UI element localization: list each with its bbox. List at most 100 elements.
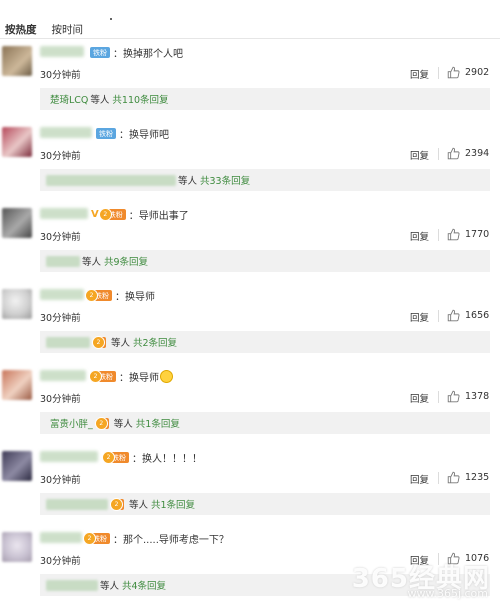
- reply-usernames-blurred[interactable]: [46, 174, 176, 186]
- comment-time: 30分钟前: [40, 556, 81, 567]
- action-separator: [438, 229, 439, 241]
- thumbs-up-icon: [447, 228, 460, 241]
- reply-button[interactable]: 回复: [410, 472, 429, 486]
- reply-summary[interactable]: 楚琦LCQ 等人 共110条回复: [40, 88, 490, 110]
- tabs-divider: [0, 38, 500, 39]
- reply-count[interactable]: 共9条回复: [104, 254, 148, 268]
- reply-summary[interactable]: 等人 共33条回复: [40, 169, 490, 191]
- username-blurred[interactable]: [40, 532, 82, 543]
- comment-body: V 2 铁粉 ：导师出事了: [91, 208, 189, 222]
- like-button[interactable]: 2902: [447, 66, 489, 79]
- comment-body: 铁粉 ：换掉那个人吧: [90, 46, 183, 60]
- avatar[interactable]: [2, 46, 32, 76]
- reply-count[interactable]: 共1条回复: [136, 416, 180, 430]
- fan-badge: 2 铁粉: [85, 289, 112, 302]
- avatar[interactable]: [2, 451, 32, 481]
- avatar[interactable]: [2, 208, 32, 238]
- comment-item: 2 铁粉 ：换人！！！！ 30分钟前 回复 1235 2 等人 共1条回复: [0, 445, 500, 525]
- username-blurred[interactable]: [40, 370, 86, 381]
- like-count: 1770: [465, 229, 490, 240]
- reply-button[interactable]: 回复: [410, 67, 429, 81]
- fan-badge: 2 铁粉: [89, 370, 116, 383]
- avatar[interactable]: [2, 289, 32, 319]
- username-blurred[interactable]: [40, 46, 84, 57]
- thumbs-up-icon: [447, 309, 460, 322]
- thumbs-up-icon: [447, 390, 460, 403]
- comment-body: 2 铁粉 ：换导师: [89, 370, 173, 384]
- reply-etc-label: 等人: [82, 257, 102, 268]
- like-count: 2902: [465, 67, 490, 78]
- reply-etc-label: 等人: [178, 176, 198, 187]
- like-count: 1378: [465, 391, 490, 402]
- reply-usernames-blurred[interactable]: [46, 336, 90, 348]
- comment-time: 30分钟前: [40, 70, 81, 81]
- reply-usernames[interactable]: 楚琦LCQ: [50, 92, 88, 106]
- comment-text: ：换掉那个人吧: [113, 49, 183, 60]
- fan-badge: 2 铁粉: [98, 208, 126, 221]
- username-blurred[interactable]: [40, 289, 84, 300]
- comment-time: 30分钟前: [40, 232, 81, 243]
- reply-count[interactable]: 共33条回复: [200, 173, 250, 187]
- reply-button[interactable]: 回复: [410, 229, 429, 243]
- reply-usernames[interactable]: 富贵小胖_: [50, 416, 93, 430]
- username-blurred[interactable]: [40, 208, 88, 219]
- comment-time: 30分钟前: [40, 394, 81, 405]
- reply-count[interactable]: 共4条回复: [122, 578, 166, 592]
- username-blurred[interactable]: [40, 127, 92, 138]
- reply-count[interactable]: 共110条回复: [112, 92, 168, 106]
- like-button[interactable]: 1235: [447, 471, 489, 484]
- reply-button[interactable]: 回复: [410, 148, 429, 162]
- sort-tabs: 按热度 按时间: [5, 20, 83, 38]
- thumbs-up-icon: [447, 471, 460, 484]
- comment-body: 铁粉 ：换导师吧: [96, 127, 169, 141]
- tab-sort-by-hot[interactable]: 按热度: [5, 22, 37, 37]
- thumbs-up-icon: [447, 147, 460, 160]
- reply-count[interactable]: 共2条回复: [133, 335, 177, 349]
- fan-level-icon: 2: [94, 416, 109, 430]
- reply-summary[interactable]: 富贵小胖_ 2 等人 共1条回复: [40, 412, 490, 434]
- reply-button[interactable]: 回复: [410, 310, 429, 324]
- fan-badge: 铁粉: [90, 47, 110, 58]
- tab-sort-by-time[interactable]: 按时间: [52, 22, 84, 37]
- fan-level-icon: 2: [92, 335, 106, 349]
- reply-summary[interactable]: 2 等人 共1条回复: [40, 493, 490, 515]
- comment-time: 30分钟前: [40, 475, 81, 486]
- comment-body: 2 铁粉 ：换人！！！！: [102, 451, 202, 465]
- reply-summary[interactable]: 等人 共9条回复: [40, 250, 490, 272]
- reply-etc-label: 等人: [100, 581, 120, 592]
- comment-body: 2 铁粉 ：换导师: [85, 289, 155, 303]
- comment-time: 30分钟前: [40, 151, 81, 162]
- action-separator: [438, 67, 439, 79]
- fan-level-icon: 2: [110, 497, 124, 511]
- reply-usernames-blurred[interactable]: [46, 498, 108, 510]
- username-blurred[interactable]: [40, 451, 98, 462]
- reply-usernames-blurred[interactable]: [46, 255, 80, 267]
- action-separator: [438, 472, 439, 484]
- reply-etc-label: 等人: [113, 419, 133, 430]
- reply-button[interactable]: 回复: [410, 391, 429, 405]
- thumbs-up-icon: [447, 66, 460, 79]
- site-watermark-url: www.365j.com: [407, 587, 488, 600]
- comment-time: 30分钟前: [40, 313, 81, 324]
- like-button[interactable]: 1656: [447, 309, 489, 322]
- comment-text: ：那个.....导师考虑一下？: [113, 535, 229, 546]
- like-count: 1235: [465, 472, 490, 483]
- avatar[interactable]: [2, 532, 32, 562]
- smile-emoji-icon: [160, 370, 173, 383]
- comment-body: 2 铁粉 ：那个.....导师考虑一下？: [83, 532, 229, 546]
- reply-count[interactable]: 共1条回复: [151, 497, 195, 511]
- like-button[interactable]: 2394: [447, 147, 489, 160]
- avatar[interactable]: [2, 127, 32, 157]
- like-button[interactable]: 1378: [447, 390, 489, 403]
- comment-item: V 2 铁粉 ：导师出事了 30分钟前 回复 1770 等人 共9条回复: [0, 202, 500, 282]
- comment-item: 铁粉 ：换导师吧 30分钟前 回复 2394 等人 共33条回复: [0, 121, 500, 201]
- comment-text: ：换导师: [115, 292, 155, 303]
- comment-item: 2 铁粉 ：换导师 30分钟前 回复 1656 2 等人 共2条回复: [0, 283, 500, 363]
- reply-usernames-blurred[interactable]: [46, 579, 98, 591]
- reply-summary[interactable]: 2 等人 共2条回复: [40, 331, 490, 353]
- avatar[interactable]: [2, 370, 32, 400]
- like-button[interactable]: 1770: [447, 228, 489, 241]
- decorative-dot: [110, 18, 112, 20]
- comment-text: ：换人！！！！: [132, 454, 202, 465]
- action-separator: [438, 148, 439, 160]
